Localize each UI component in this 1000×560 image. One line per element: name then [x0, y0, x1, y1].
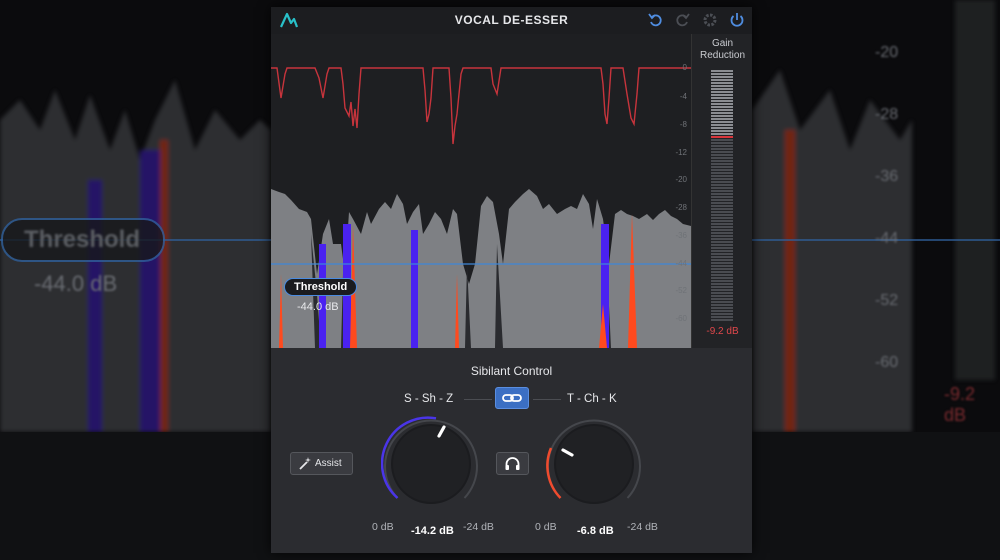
assist-label: Assist — [315, 458, 342, 469]
scale-label: -28 — [675, 203, 687, 212]
knob-left-value: -14.2 dB — [411, 525, 454, 537]
bg-scale-label: -44 — [875, 230, 899, 247]
bg-threshold-value: -44.0 dB — [34, 271, 118, 296]
knob-right-value: -6.8 dB — [577, 525, 614, 537]
knob-left-min-label: 0 dB — [372, 521, 394, 533]
bg-scale-label: -52 — [875, 292, 899, 309]
gain-reduction-title: Gain Reduction — [699, 38, 746, 61]
band-left-label: S - Sh - Z — [404, 393, 454, 405]
gain-reduction-value: -9.2 dB — [706, 326, 739, 337]
scale-label: -20 — [675, 175, 687, 184]
redo-icon[interactable] — [673, 11, 691, 29]
magic-wand-icon — [299, 457, 311, 470]
assist-button[interactable]: Assist — [290, 452, 353, 475]
scale-label: -36 — [675, 231, 687, 240]
power-icon[interactable] — [728, 11, 746, 29]
settings-gear-icon[interactable] — [701, 11, 719, 29]
knob-left-max-label: -24 dB — [463, 521, 494, 533]
link-bands-button[interactable] — [495, 387, 529, 409]
band-right-label: T - Ch - K — [567, 393, 617, 405]
scale-label: -52 — [675, 286, 687, 295]
listen-button[interactable] — [496, 452, 529, 475]
headphones-icon — [505, 457, 520, 470]
scale-label: -8 — [679, 120, 687, 129]
scale-label: -44 — [675, 259, 687, 268]
link-icon — [502, 394, 522, 402]
sibilant-s-band — [319, 244, 326, 348]
scale-label: -4 — [679, 92, 687, 101]
t-ch-k-reduction-knob[interactable] — [544, 414, 644, 514]
signal-waveform — [271, 189, 691, 348]
undo-icon[interactable] — [647, 11, 665, 29]
s-sh-z-reduction-knob[interactable] — [381, 414, 481, 514]
bg-gain-reduction-value: -9.2 dB — [944, 384, 976, 425]
title-bar: VOCAL DE-ESSER — [271, 7, 752, 34]
knob-right-max-label: -24 dB — [627, 521, 658, 533]
gain-reduction-meter — [711, 70, 733, 322]
gain-reduction-meter-panel: Gain Reduction -9.2 dB — [691, 34, 752, 348]
bg-scale-label: -60 — [875, 354, 899, 371]
de-esser-plugin-window: VOCAL DE-ESSER 0 -4 -8 -12 -20 -28 -36 -… — [271, 7, 752, 553]
sibilant-control-section: Sibilant Control S - Sh - Z T - Ch - K A… — [271, 348, 752, 553]
scale-label: 0 — [682, 63, 687, 72]
threshold-value: -44.0 dB — [297, 301, 339, 313]
analyzer-display[interactable]: 0 -4 -8 -12 -20 -28 -36 -44 -52 -60 Thre… — [271, 34, 752, 348]
threshold-handle[interactable]: Threshold — [284, 278, 358, 296]
gain-reduction-curve — [271, 67, 691, 145]
bg-threshold-label: Threshold — [24, 226, 141, 253]
scale-label: -60 — [675, 314, 687, 323]
knob-right-min-label: 0 dB — [535, 521, 557, 533]
bg-scale-label: -36 — [875, 168, 899, 185]
scale-label: -12 — [675, 148, 687, 157]
bg-scale-label: -20 — [875, 44, 899, 61]
sibilant-s-band — [411, 230, 418, 348]
divider-line — [464, 399, 492, 400]
bg-scale-label: -28 — [875, 106, 899, 123]
section-title: Sibilant Control — [470, 364, 553, 378]
divider-line — [533, 399, 561, 400]
